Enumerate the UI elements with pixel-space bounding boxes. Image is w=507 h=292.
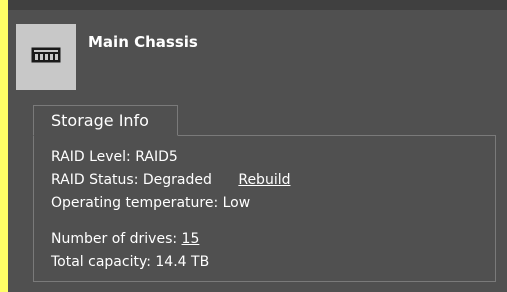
drives-label: Number of drives: xyxy=(51,231,182,247)
drives-count-link[interactable]: 15 xyxy=(182,231,200,247)
raid-status-text: RAID Status: Degraded xyxy=(51,172,212,188)
rebuild-link[interactable]: Rebuild xyxy=(238,172,290,188)
panel-top-edge xyxy=(8,0,507,10)
raid-level-text: RAID Level: RAID5 xyxy=(51,149,178,165)
operating-temperature-text: Operating temperature: Low xyxy=(51,195,251,211)
raid-status-row: RAID Status: Degraded Rebuild xyxy=(51,170,290,190)
chassis-title: Main Chassis xyxy=(88,33,198,51)
chassis-tile[interactable] xyxy=(16,24,76,90)
server-chassis-icon xyxy=(31,47,61,67)
drives-row: Number of drives: 15 xyxy=(51,229,199,249)
tab-storage-info[interactable]: Storage Info xyxy=(33,105,178,136)
total-capacity-text: Total capacity: 14.4 TB xyxy=(51,254,210,270)
